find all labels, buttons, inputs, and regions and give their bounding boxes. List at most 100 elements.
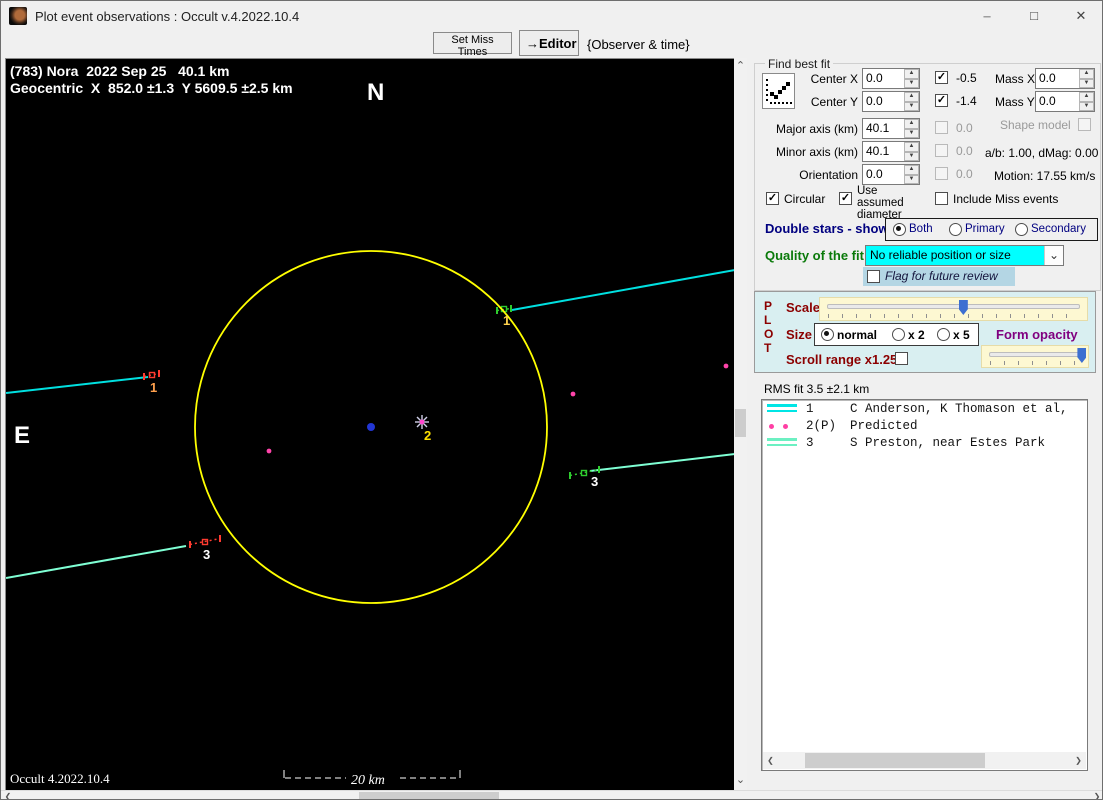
mass-y-spinner[interactable]: 0.0 (1035, 91, 1095, 112)
scroll-range-checkbox[interactable] (895, 352, 908, 365)
editor-button[interactable]: →Editor (519, 30, 579, 56)
size-normal-label[interactable]: normal (837, 328, 877, 342)
orientation-value[interactable]: 0.0 (863, 165, 904, 184)
center-x-spin-buttons[interactable] (904, 69, 919, 88)
vscroll-thumb[interactable] (735, 409, 746, 437)
orientation-alt-label: 0.0 (956, 167, 973, 181)
center-y-spinner[interactable]: 0.0 (862, 91, 920, 112)
scroll-right-icon[interactable] (1072, 755, 1085, 766)
size-x2-label[interactable]: x 2 (908, 328, 925, 342)
scale-label: Scale (786, 300, 820, 315)
legend-line-swatch (767, 404, 797, 412)
size-normal-radio[interactable] (821, 328, 834, 341)
minor-axis-spin-buttons[interactable] (904, 142, 919, 161)
quality-label: Quality of the fit (765, 248, 864, 263)
chevron-down-icon[interactable] (1044, 246, 1063, 265)
flag-review-checkbox[interactable] (867, 270, 880, 283)
quality-combo[interactable]: No reliable position or size (865, 245, 1064, 266)
flag-review-label: Flag for future review (885, 269, 998, 283)
set-miss-times-button[interactable]: Set Miss Times (433, 32, 512, 58)
major-axis-label: Major axis (km) (775, 122, 858, 136)
legend-rows: 1 C Anderson, K Thomason et al, 2(P) Predic… (762, 402, 1087, 451)
opacity-slider-ticks (990, 361, 1080, 365)
offset-y-checkbox[interactable] (935, 94, 948, 107)
center-x-spinner[interactable]: 0.0 (862, 68, 920, 89)
scroll-right-icon[interactable] (1090, 791, 1102, 799)
orientation-alt-checkbox (935, 167, 948, 180)
include-miss-checkbox[interactable] (935, 192, 948, 205)
center-x-label: Center X (810, 72, 858, 86)
double-primary-radio[interactable] (949, 223, 962, 236)
plot-vscrollbar[interactable] (734, 58, 747, 790)
orientation-spinner[interactable]: 0.0 (862, 164, 920, 185)
center-x-value[interactable]: 0.0 (863, 69, 904, 88)
minimize-icon[interactable] (964, 1, 1010, 31)
center-y-spin-buttons[interactable] (904, 92, 919, 111)
size-x5-label[interactable]: x 5 (953, 328, 970, 342)
quality-value[interactable]: No reliable position or size (866, 246, 1044, 265)
use-assumed-label: Use assumed diameter (857, 185, 904, 221)
major-axis-value[interactable]: 40.1 (863, 119, 904, 138)
size-x2-radio[interactable] (892, 328, 905, 341)
plot-canvas[interactable]: (783) Nora 2022 Sep 25 40.1 kmGeocentric… (5, 59, 736, 791)
svg-text:E: E (14, 422, 30, 449)
legend-hscroll-thumb[interactable] (805, 753, 985, 768)
opacity-slider-groove (989, 352, 1081, 357)
legend-list[interactable]: 1 C Anderson, K Thomason et al, 2(P) Predic… (761, 399, 1088, 771)
mass-y-value[interactable]: 0.0 (1036, 92, 1079, 111)
size-label: Size (786, 327, 813, 342)
legend-hscrollbar[interactable] (763, 752, 1086, 769)
legend-row[interactable]: 1 C Anderson, K Thomason et al, (762, 402, 1087, 417)
center-y-value[interactable]: 0.0 (863, 92, 904, 111)
scale-slider[interactable] (819, 297, 1088, 321)
legend-row[interactable]: 3 S Preston, near Estes Park (762, 436, 1087, 451)
minor-axis-value[interactable]: 40.1 (863, 142, 904, 161)
double-primary-label[interactable]: Primary (965, 223, 1005, 235)
maximize-icon[interactable] (1011, 1, 1057, 31)
titlebar: Plot event observations : Occult v.4.202… (1, 1, 1102, 31)
motion-label: Motion: 17.55 km/s (994, 169, 1096, 183)
hscroll-thumb[interactable] (359, 792, 499, 799)
mass-x-spin-buttons[interactable] (1079, 69, 1094, 88)
scroll-down-icon[interactable] (734, 775, 747, 789)
circular-checkbox[interactable] (766, 192, 779, 205)
scroll-left-icon[interactable] (1, 791, 15, 799)
offset-x-checkbox[interactable] (935, 71, 948, 84)
legend-row[interactable]: 2(P) Predicted (762, 419, 1087, 434)
double-secondary-label[interactable]: Secondary (1031, 223, 1086, 235)
mass-y-spin-buttons[interactable] (1079, 92, 1094, 111)
scale-slider-groove (827, 304, 1080, 309)
use-assumed-checkbox[interactable] (839, 192, 852, 205)
double-secondary-radio[interactable] (1015, 223, 1028, 236)
plot-area[interactable]: (783) Nora 2022 Sep 25 40.1 km Geocentric… (5, 58, 736, 791)
offset-y-label: -1.4 (956, 94, 977, 108)
scale-slider-thumb[interactable] (958, 300, 968, 315)
shape-model-label: Shape model (1000, 118, 1071, 132)
svg-text:Geocentric X 852.0 ±1.3 Y 5: Geocentric X 852.0 ±1.3 Y 5609.5 ±2.5 km (10, 80, 293, 96)
mass-y-label: Mass Y (995, 95, 1035, 109)
mass-x-spinner[interactable]: 0.0 (1035, 68, 1095, 89)
double-both-label[interactable]: Both (909, 223, 933, 235)
close-icon[interactable] (1058, 1, 1102, 31)
mass-x-value[interactable]: 0.0 (1036, 69, 1079, 88)
plot-letter-o: O (764, 327, 774, 341)
plot-hscrollbar[interactable] (1, 790, 1102, 799)
observer-time-label: {Observer & time} (587, 37, 690, 52)
form-opacity-slider[interactable] (981, 345, 1089, 368)
dot-icon (769, 424, 774, 429)
circular-label: Circular (784, 192, 826, 206)
major-axis-spin-buttons[interactable] (904, 119, 919, 138)
svg-text:3: 3 (203, 547, 210, 562)
svg-text:N: N (367, 79, 384, 106)
minor-axis-spinner[interactable]: 40.1 (862, 141, 920, 162)
scroll-up-icon[interactable] (734, 59, 747, 73)
major-axis-spinner[interactable]: 40.1 (862, 118, 920, 139)
svg-text:3: 3 (591, 474, 598, 489)
size-x5-radio[interactable] (937, 328, 950, 341)
svg-text:2: 2 (424, 428, 431, 443)
legend-row-number: 2(P) (806, 419, 837, 433)
orientation-spin-buttons[interactable] (904, 165, 919, 184)
form-opacity-label: Form opacity (996, 327, 1078, 342)
double-both-radio[interactable] (893, 223, 906, 236)
scroll-left-icon[interactable] (764, 755, 777, 766)
